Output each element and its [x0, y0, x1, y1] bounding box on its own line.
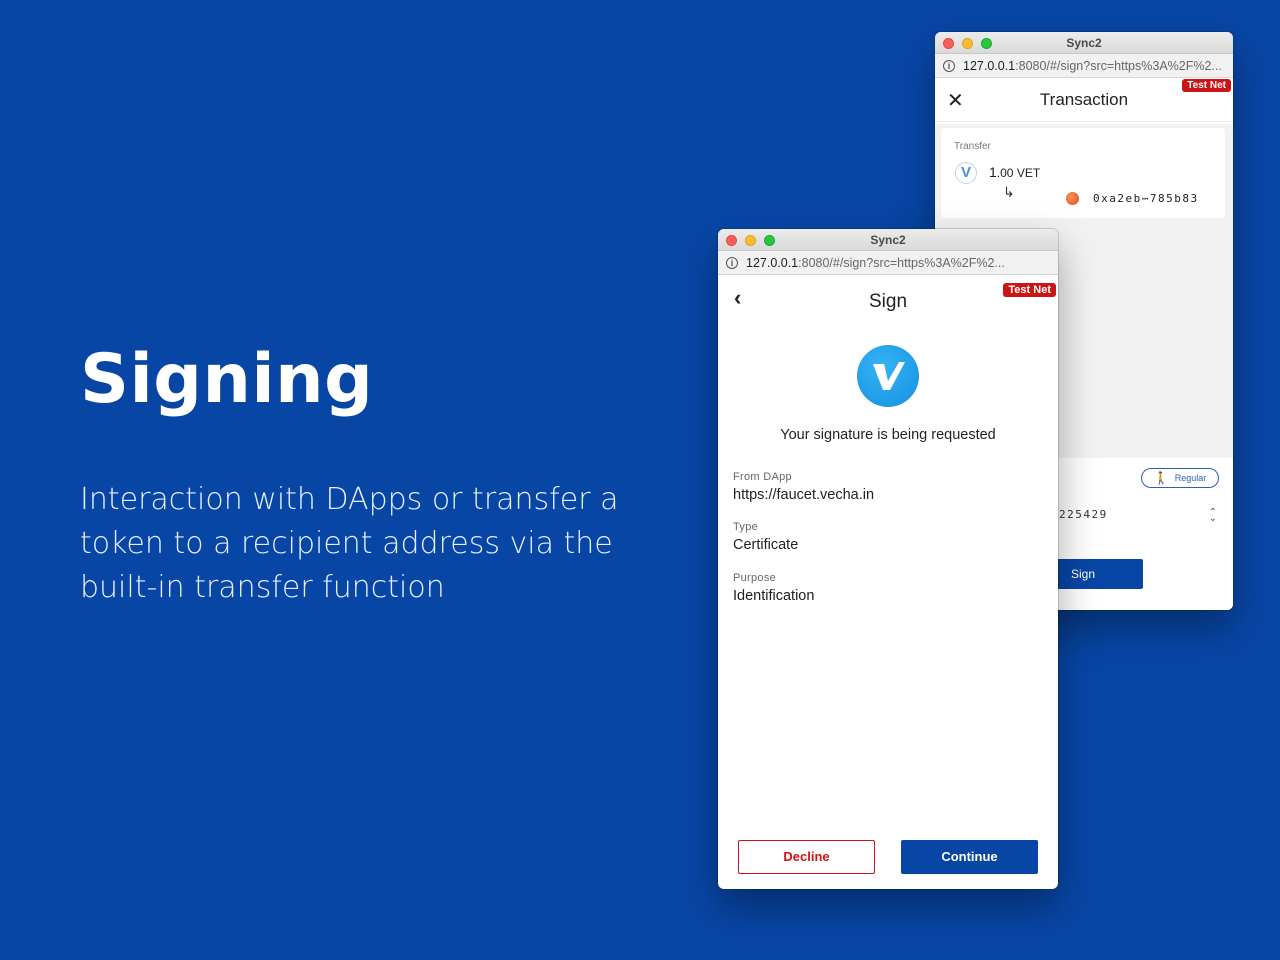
- field-value: Certificate: [733, 537, 799, 553]
- window-title: Sync2: [870, 233, 906, 247]
- title-bar[interactable]: Sync2: [935, 32, 1233, 54]
- page-title: Transaction: [1039, 90, 1129, 109]
- signature-request-text: Your signature is being requested: [780, 427, 996, 443]
- recipient-address[interactable]: 0xa2eb⋯785b83: [1093, 192, 1199, 205]
- info-icon[interactable]: i: [943, 59, 955, 72]
- gas-value: 225429: [1059, 508, 1108, 521]
- transfer-amount: 1.00 VET: [989, 164, 1040, 180]
- address-bar[interactable]: i 127.0.0.1:8080/#/sign?src=https%3A%2F%…: [935, 54, 1233, 78]
- url-path: :8080/#/sign?src=https%3A%2F%2...: [798, 255, 1005, 270]
- from-dapp-field: From DApp https://faucet.vecha.in: [733, 471, 874, 503]
- field-label: From DApp: [733, 471, 792, 483]
- title-bar[interactable]: Sync2: [718, 229, 1058, 251]
- app-header: ‹ Sign: [718, 275, 1058, 325]
- hero-description: Interaction with DApps or transfer a tok…: [80, 482, 619, 605]
- url-host: 127.0.0.1: [746, 255, 799, 270]
- url-path: :8080/#/sign?src=https%3A%2F%2...: [1015, 58, 1222, 73]
- hero-title: Signing: [80, 340, 374, 419]
- continue-button[interactable]: Continue: [901, 840, 1038, 874]
- address-bar[interactable]: i 127.0.0.1:8080/#/sign?src=https%3A%2F%…: [718, 251, 1058, 275]
- address-identicon: [1066, 192, 1079, 205]
- field-label: Purpose: [733, 572, 777, 584]
- app-header: ✕ Transaction: [935, 78, 1233, 122]
- walking-person-icon: 🚶: [1153, 471, 1169, 485]
- purpose-field: Purpose Identification: [733, 572, 814, 604]
- sign-window: Sync2 i 127.0.0.1:8080/#/sign?src=https%…: [718, 229, 1058, 889]
- transfer-card: Transfer V 1.00 VET ↳ 0xa2eb⋯785b83: [941, 128, 1225, 218]
- field-value: https://faucet.vecha.in: [733, 487, 875, 503]
- page-title: Sign: [868, 291, 908, 312]
- info-icon[interactable]: i: [726, 256, 738, 269]
- gas-priority-button[interactable]: 🚶 Regular: [1141, 468, 1219, 488]
- amount-fraction-unit: .00 VET: [996, 166, 1041, 180]
- transfer-label: Transfer: [954, 141, 991, 152]
- gas-priority-label: Regular: [1174, 473, 1207, 483]
- type-field: Type Certificate: [733, 521, 798, 553]
- decline-button[interactable]: Decline: [738, 840, 875, 874]
- amount-integer: 1: [989, 164, 997, 180]
- field-value: Identification: [733, 588, 815, 604]
- window-title: Sync2: [1066, 36, 1102, 50]
- stepper-icon[interactable]: ⌃ ⌄: [1209, 508, 1217, 524]
- vechain-token-icon: V: [955, 162, 977, 184]
- return-arrow-icon: ↳: [1003, 184, 1015, 200]
- vechain-logo-icon: [857, 345, 919, 407]
- url-host: 127.0.0.1: [963, 58, 1016, 73]
- field-label: Type: [733, 521, 759, 533]
